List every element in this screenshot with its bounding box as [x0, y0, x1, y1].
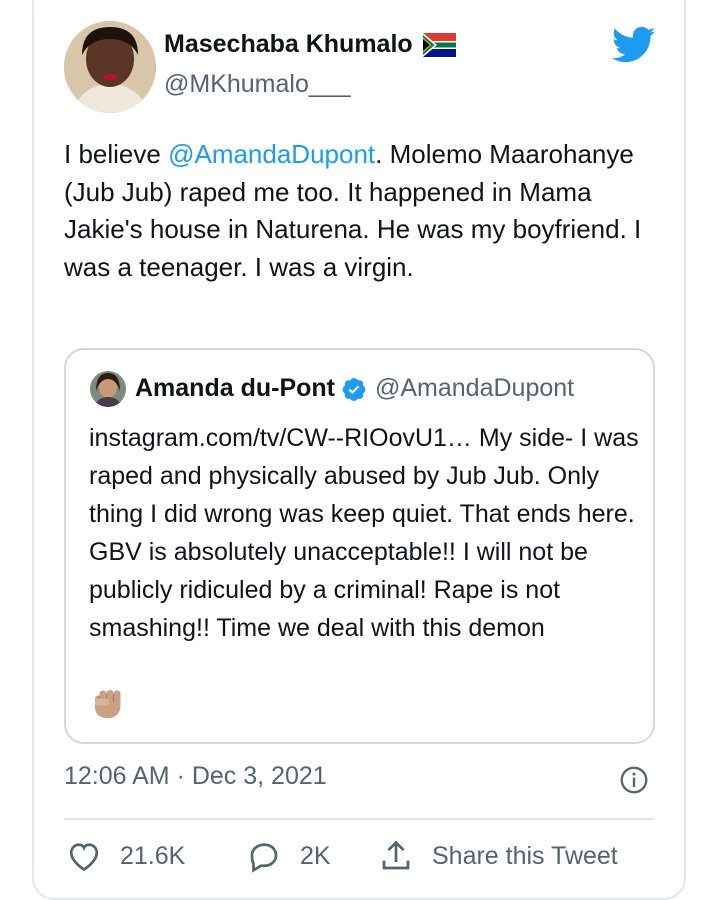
quoted-tweet-text: instagram.com/tv/CW--RIOovU1… My side- I…: [89, 424, 639, 642]
divider: [64, 818, 655, 820]
mention-link[interactable]: @AmandaDupont: [168, 139, 375, 169]
share-button[interactable]: Share this Tweet: [378, 838, 618, 874]
tweet-text: I believe @AmandaDupont. Molemo Maarohan…: [64, 136, 674, 286]
heart-icon: [69, 843, 99, 872]
quoted-tweet-header: Amanda du-Pont @AmandaDupont: [135, 374, 574, 403]
south-africa-flag-icon: [422, 32, 456, 57]
author-name-text[interactable]: Masechaba Khumalo: [164, 30, 413, 59]
author-handle[interactable]: @MKhumalo___: [164, 70, 351, 99]
reply-bubble-icon: [250, 843, 278, 873]
like-count: 21.6K: [120, 841, 186, 870]
quoted-author-handle[interactable]: @AmandaDupont: [375, 374, 574, 403]
reply-count: 2K: [300, 841, 331, 870]
quoted-author-name[interactable]: Amanda du-Pont: [135, 374, 335, 403]
share-icon: [382, 840, 410, 870]
verified-badge-icon: [342, 377, 366, 401]
author-avatar[interactable]: [64, 21, 156, 113]
tweet-text-prefix: I believe: [64, 139, 169, 169]
like-button[interactable]: 21.6K: [66, 838, 185, 874]
twitter-bird-icon[interactable]: [612, 26, 656, 64]
share-label: Share this Tweet: [432, 841, 618, 870]
reply-button[interactable]: 2K: [246, 838, 331, 874]
tweet-timestamp[interactable]: 12:06 AM · Dec 3, 2021: [64, 762, 327, 791]
author-name[interactable]: Masechaba Khumalo: [164, 30, 456, 59]
quoted-author-avatar[interactable]: [90, 371, 126, 407]
raised-fist-icon: [95, 690, 121, 718]
info-icon[interactable]: [620, 766, 648, 794]
